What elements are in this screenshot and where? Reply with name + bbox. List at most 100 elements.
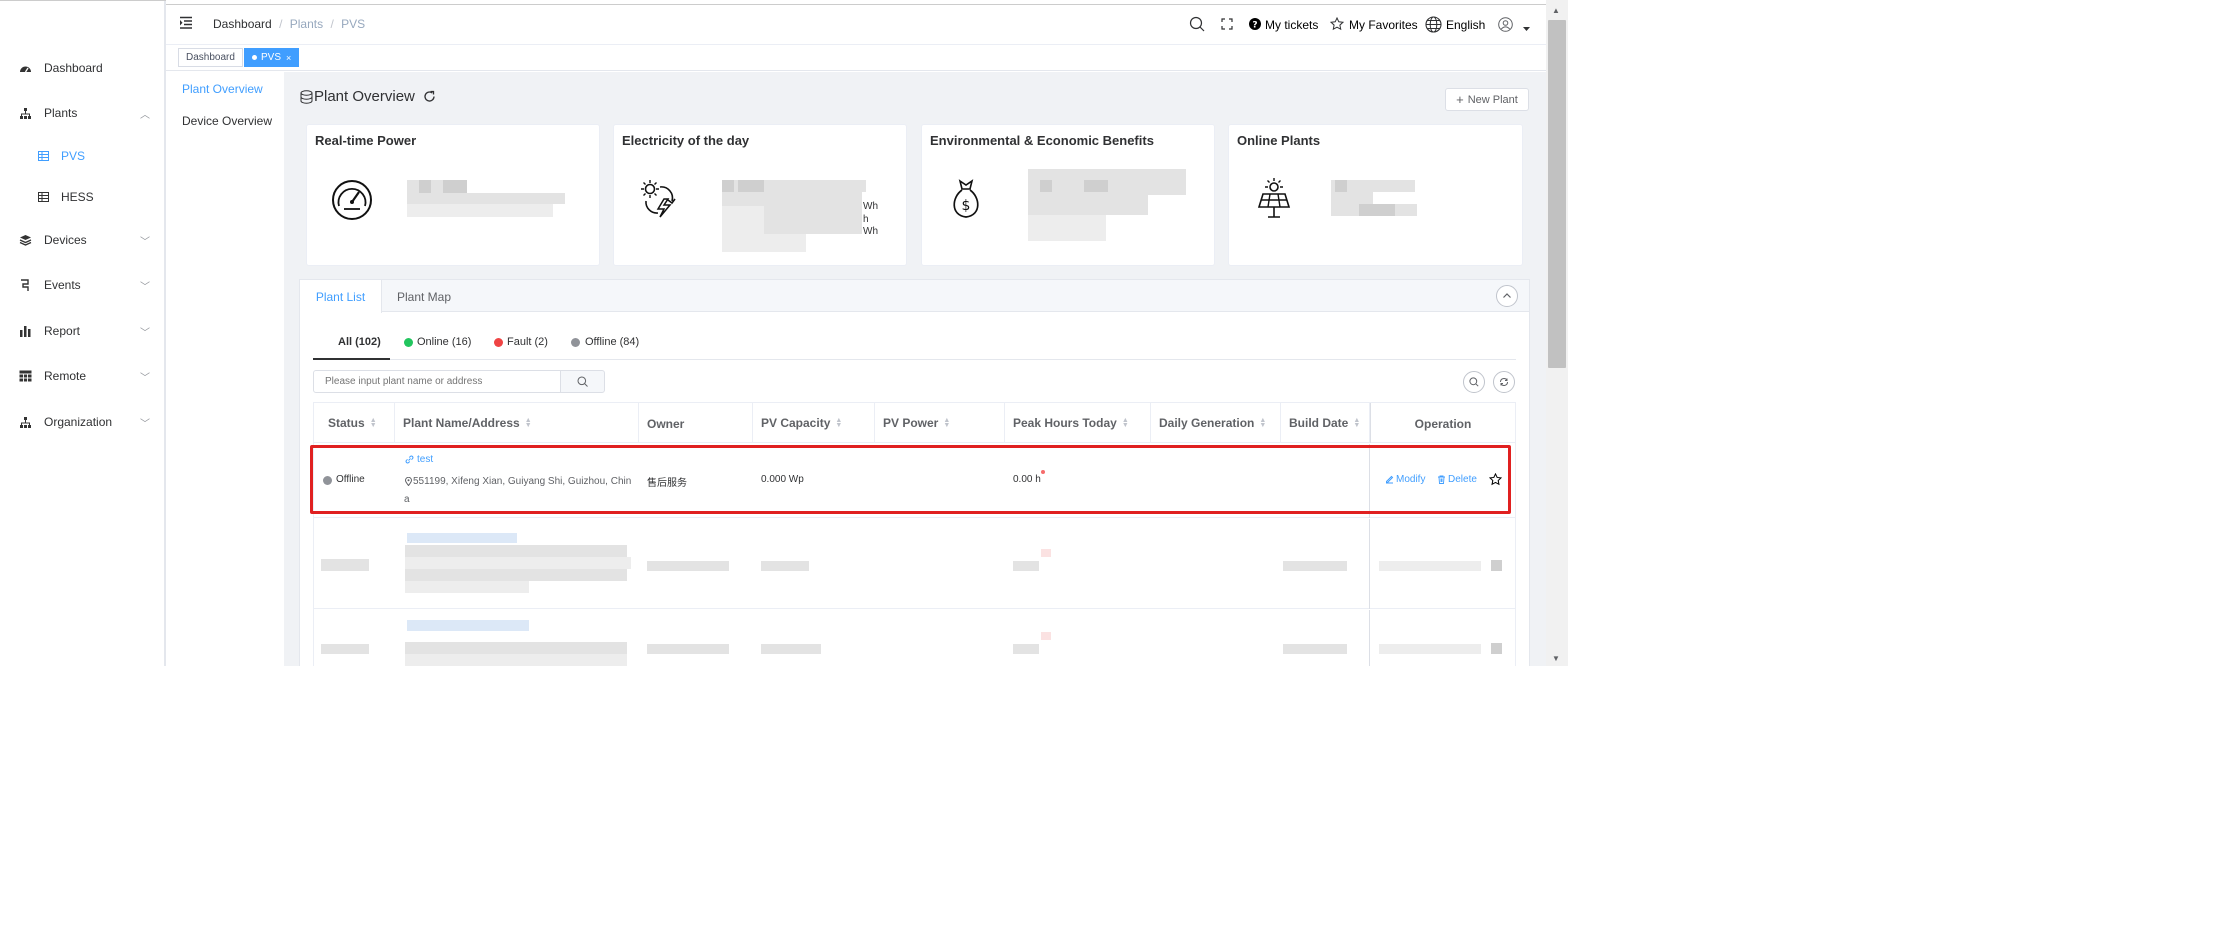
breadcrumb: Dashboard / Plants / PVS: [213, 17, 365, 31]
tab-label: Plant List: [315, 289, 366, 304]
blurred-cell: [647, 561, 729, 571]
fullscreen-icon[interactable]: [1221, 18, 1233, 30]
remote-icon: [19, 370, 32, 383]
table-row[interactable]: Offline test 551199, Xifeng Xian, Guiyan…: [314, 444, 1515, 518]
blurred-cell: [405, 642, 627, 654]
blurred-cell: [405, 557, 631, 569]
subnav-plant-overview[interactable]: Plant Overview: [182, 82, 263, 96]
tag-dashboard[interactable]: Dashboard: [178, 48, 243, 67]
refresh-icon[interactable]: [423, 90, 436, 103]
search-icon[interactable]: [1189, 16, 1205, 32]
sidebar-item-dashboard[interactable]: Dashboard: [0, 50, 164, 86]
page-scrollbar[interactable]: ▲ ▼: [1546, 0, 1568, 666]
favorite-star-icon[interactable]: [1489, 473, 1502, 486]
sidebar-item-hess[interactable]: HESS: [0, 179, 164, 215]
caret-down-icon[interactable]: [1523, 27, 1530, 31]
my-favorites-link[interactable]: My Favorites: [1349, 18, 1418, 32]
subnav-device-overview[interactable]: Device Overview: [182, 114, 272, 128]
close-icon[interactable]: ×: [286, 53, 291, 63]
scroll-up-arrow-icon[interactable]: ▲: [1552, 6, 1560, 15]
modify-button[interactable]: Modify: [1396, 474, 1425, 485]
filter-offline[interactable]: Offline (84): [585, 336, 639, 348]
sort-icon: ▲ ▼: [369, 417, 377, 429]
scrollbar-thumb[interactable]: [1548, 20, 1566, 368]
fixed-column-divider: [1369, 444, 1370, 518]
refresh-icon[interactable]: [1493, 371, 1515, 393]
tag-pvs[interactable]: PVS ×: [244, 48, 300, 67]
column-header-peak-hours[interactable]: Peak Hours Today ▲ ▼: [1005, 403, 1151, 443]
sidebar-item-label: PVS: [61, 149, 86, 163]
offline-dot-icon: [571, 338, 580, 347]
filter-all[interactable]: All (102): [338, 336, 381, 348]
blurred-cell: [321, 559, 369, 571]
sort-icon: ▲ ▼: [1121, 417, 1129, 429]
svg-text:?: ?: [1252, 20, 1257, 30]
report-icon: [19, 325, 32, 338]
table-row[interactable]: [314, 610, 1515, 666]
chevron-down-icon: ﹀: [140, 327, 150, 339]
gauge-icon: [331, 179, 373, 221]
filter-fault[interactable]: Fault (2): [507, 336, 548, 348]
sidebar-item-devices[interactable]: Devices ﹀: [0, 222, 164, 258]
row-pv-capacity: 0.000 Wp: [761, 474, 804, 485]
card-title: Environmental & Economic Benefits: [930, 133, 1154, 148]
new-plant-button[interactable]: + New Plant: [1445, 88, 1529, 111]
page-subnav: Plant Overview Device Overview: [170, 72, 283, 666]
card-online-plants: Online Plants: [1228, 124, 1523, 266]
svg-text:$: $: [962, 198, 971, 214]
chevron-down-icon: ﹀: [140, 372, 150, 384]
dashboard-icon: [19, 62, 32, 75]
active-dot-icon: [252, 55, 257, 60]
table-search-icon[interactable]: [1463, 371, 1485, 393]
sidebar-item-label: Dashboard: [44, 61, 103, 75]
search-input[interactable]: [313, 370, 561, 393]
row-status: Offline: [336, 474, 365, 485]
sidebar-item-label: Devices: [44, 233, 87, 247]
menu-fold-icon[interactable]: [179, 16, 193, 29]
column-label: Operation: [1414, 417, 1472, 431]
blurred-value: [1084, 180, 1108, 192]
sidebar-item-remote[interactable]: Remote ﹀: [0, 358, 164, 394]
language-select[interactable]: English: [1446, 18, 1485, 32]
sidebar-item-label: Events: [44, 278, 81, 292]
sidebar-item-pvs[interactable]: PVS: [0, 138, 164, 174]
tab-plant-map[interactable]: Plant Map: [397, 290, 451, 304]
sidebar: Dashboard Plants ︿ PVS HESS Devices ﹀ Ev…: [0, 0, 166, 666]
column-label: PV Capacity: [761, 416, 831, 430]
location-pin-icon: [405, 477, 412, 486]
blurred-value: [764, 206, 862, 234]
sidebar-item-report[interactable]: Report ﹀: [0, 313, 164, 349]
column-header-daily-generation[interactable]: Daily Generation ▲ ▼: [1151, 403, 1281, 443]
sidebar-item-events[interactable]: Events ﹀: [0, 267, 164, 303]
sidebar-item-plants[interactable]: Plants ︿: [0, 95, 164, 131]
row-owner: 售后服务: [647, 478, 687, 489]
filter-active-indicator: [313, 358, 390, 360]
search-button[interactable]: [560, 370, 605, 393]
money-bag-icon: $: [948, 177, 984, 219]
table-row[interactable]: [314, 519, 1515, 609]
tab-plant-list[interactable]: Plant List: [300, 280, 382, 313]
user-avatar-icon[interactable]: [1498, 17, 1513, 32]
scroll-down-arrow-icon[interactable]: ▼: [1552, 654, 1560, 663]
filter-online[interactable]: Online (16): [417, 336, 471, 348]
chevron-down-icon: ﹀: [140, 236, 150, 248]
column-header-plant-name[interactable]: Plant Name/Address ▲ ▼: [395, 403, 639, 443]
blurred-value: [407, 193, 565, 204]
column-header-status[interactable]: Status ▲ ▼: [314, 403, 395, 443]
blurred-value: [419, 180, 431, 193]
sidebar-item-organization[interactable]: Organization ﹀: [0, 404, 164, 440]
breadcrumb-item-dashboard[interactable]: Dashboard: [213, 17, 272, 31]
fixed-column-divider: [1369, 519, 1370, 609]
column-header-pv-capacity[interactable]: PV Capacity ▲ ▼: [753, 403, 875, 443]
collapse-up-icon[interactable]: [1496, 285, 1518, 307]
blurred-cell: [647, 644, 729, 654]
breadcrumb-item-plants[interactable]: Plants: [290, 17, 323, 31]
my-tickets-link[interactable]: My tickets: [1265, 18, 1318, 32]
chevron-down-icon: ﹀: [140, 281, 150, 293]
sort-icon: ▲ ▼: [943, 417, 951, 429]
plant-name-link[interactable]: test: [417, 454, 433, 465]
plant-table: Status ▲ ▼ Plant Name/Address ▲ ▼ Owner PV C…: [313, 402, 1516, 666]
delete-button[interactable]: Delete: [1448, 474, 1477, 485]
column-header-build-date[interactable]: Build Date ▲ ▼: [1281, 403, 1370, 443]
column-header-pv-power[interactable]: PV Power ▲ ▼: [875, 403, 1005, 443]
